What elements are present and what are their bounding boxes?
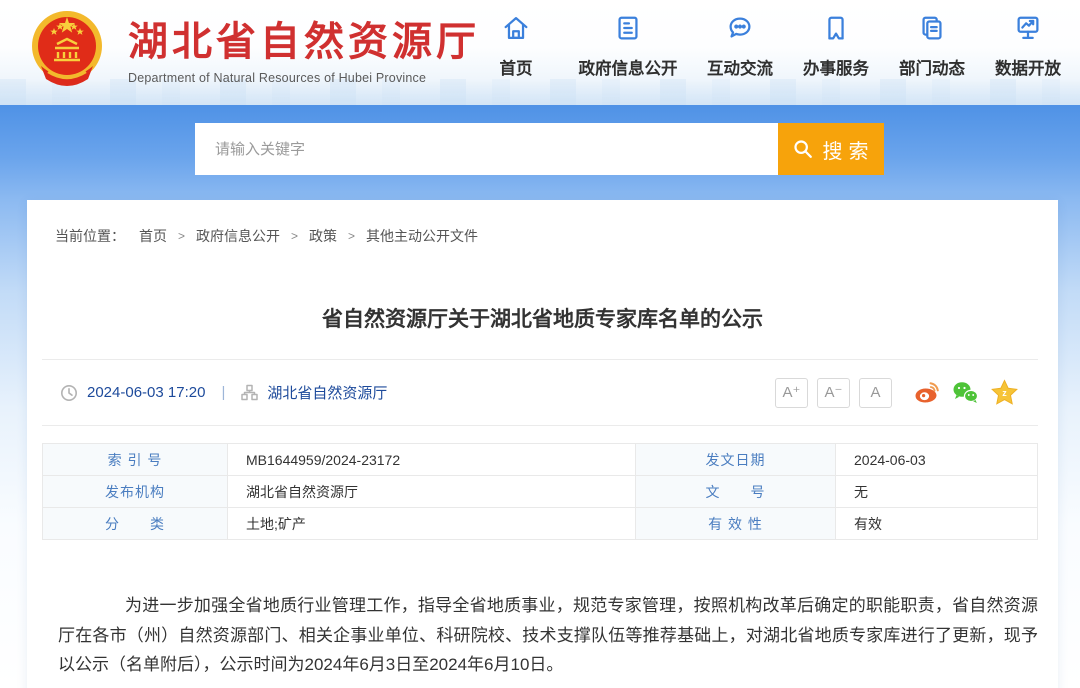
article-meta-row: 2024-06-03 17:20 | 湖北省自然资源厅 A⁺ A⁻ A — [27, 360, 1058, 425]
breadcrumb-gov-info[interactable]: 政府信息公开 — [196, 226, 280, 246]
page-title: 省自然资源厅关于湖北省地质专家库名单的公示 — [27, 303, 1058, 333]
meta-value-doc-number: 无 — [836, 476, 1038, 508]
weibo-icon[interactable] — [913, 379, 940, 406]
nav-item-label: 政府信息公开 — [579, 55, 678, 79]
nav-item-services[interactable]: 办事服务 — [788, 13, 884, 79]
main-nav: 首页 政府信息公开 互动交流 办事服务 — [468, 13, 1076, 79]
table-row: 分 类 土地;矿产 有 效 性 有效 — [43, 508, 1038, 540]
qzone-icon[interactable]: z — [991, 379, 1018, 406]
page-background: 搜索 当前位置： 首页 > 政府信息公开 > 政策 > 其他主动公开文件 省自然… — [0, 105, 1080, 688]
divider — [42, 425, 1038, 426]
clock-icon — [60, 384, 78, 402]
meta-label-category: 分 类 — [43, 508, 228, 540]
nav-item-open-data[interactable]: 数据开放 — [980, 13, 1076, 79]
pages-icon — [917, 13, 947, 43]
breadcrumb-separator: > — [348, 229, 355, 243]
source-org-icon — [241, 384, 258, 401]
table-row: 索 引 号 MB1644959/2024-23172 发文日期 2024-06-… — [43, 444, 1038, 476]
nav-item-label: 互动交流 — [707, 55, 773, 79]
brand-link[interactable]: 湖北省自然资源厅 Department of Natural Resources… — [28, 6, 480, 98]
meta-label-index-number: 索 引 号 — [43, 444, 228, 476]
chat-bubble-icon — [725, 13, 755, 43]
document-meta-table: 索 引 号 MB1644959/2024-23172 发文日期 2024-06-… — [42, 443, 1038, 540]
publish-time: 2024-06-03 17:20 — [87, 384, 205, 401]
meta-label-doc-number: 文 号 — [636, 476, 836, 508]
article-source: 湖北省自然资源厅 — [267, 382, 387, 403]
breadcrumb-policy[interactable]: 政策 — [309, 226, 337, 246]
meta-value-issue-date: 2024-06-03 — [836, 444, 1038, 476]
article-meta-left: 2024-06-03 17:20 | 湖北省自然资源厅 — [60, 382, 387, 403]
site-header: 湖北省自然资源厅 Department of Natural Resources… — [0, 0, 1080, 105]
wechat-icon[interactable] — [952, 379, 979, 406]
nav-item-label: 首页 — [500, 55, 533, 79]
article-meta-right: A⁺ A⁻ A — [775, 378, 1018, 408]
nav-item-interaction[interactable]: 互动交流 — [692, 13, 788, 79]
meta-value-category: 土地;矿产 — [228, 508, 636, 540]
font-decrease-button[interactable]: A⁻ — [817, 378, 850, 408]
content-card: 当前位置： 首页 > 政府信息公开 > 政策 > 其他主动公开文件 省自然资源厅… — [27, 200, 1058, 688]
search-input[interactable] — [195, 123, 778, 175]
breadcrumb-home[interactable]: 首页 — [139, 226, 167, 246]
nav-item-gov-info[interactable]: 政府信息公开 — [564, 13, 692, 79]
nav-item-home[interactable]: 首页 — [468, 13, 564, 79]
site-title-english: Department of Natural Resources of Hubei… — [128, 71, 480, 85]
article-body: 为进一步加强全省地质行业管理工作，指导全省地质事业，规范专家管理，按照机构改革后… — [58, 591, 1038, 680]
site-title: 湖北省自然资源厅 — [128, 19, 480, 65]
home-icon — [501, 13, 531, 43]
meta-separator: | — [221, 384, 225, 401]
meta-label-issue-date: 发文日期 — [636, 444, 836, 476]
nav-item-department-news[interactable]: 部门动态 — [884, 13, 980, 79]
table-row: 发布机构 湖北省自然资源厅 文 号 无 — [43, 476, 1038, 508]
search-button-label: 搜索 — [823, 135, 875, 164]
qzone-letter: z — [1002, 388, 1007, 398]
meta-label-validity: 有 效 性 — [636, 508, 836, 540]
national-emblem-icon — [28, 6, 106, 98]
breadcrumb-separator: > — [178, 229, 185, 243]
meta-label-publisher: 发布机构 — [43, 476, 228, 508]
breadcrumb: 当前位置： 首页 > 政府信息公开 > 政策 > 其他主动公开文件 — [27, 200, 1058, 246]
font-reset-button[interactable]: A — [859, 378, 892, 408]
nav-item-label: 办事服务 — [803, 55, 869, 79]
nav-item-label: 数据开放 — [995, 55, 1061, 79]
meta-value-publisher: 湖北省自然资源厅 — [228, 476, 636, 508]
brand-text: 湖北省自然资源厅 Department of Natural Resources… — [128, 19, 480, 85]
meta-value-index-number: MB1644959/2024-23172 — [228, 444, 636, 476]
breadcrumb-separator: > — [291, 229, 298, 243]
document-icon — [613, 13, 643, 43]
search-icon — [792, 138, 814, 160]
breadcrumb-other-docs[interactable]: 其他主动公开文件 — [366, 226, 478, 246]
search-button[interactable]: 搜索 — [778, 123, 884, 175]
data-screen-icon — [1013, 13, 1043, 43]
breadcrumb-prefix: 当前位置： — [55, 226, 125, 246]
nav-item-label: 部门动态 — [899, 55, 965, 79]
meta-value-validity: 有效 — [836, 508, 1038, 540]
bookmark-icon — [821, 13, 851, 43]
search-bar: 搜索 — [195, 123, 884, 175]
font-increase-button[interactable]: A⁺ — [775, 378, 808, 408]
